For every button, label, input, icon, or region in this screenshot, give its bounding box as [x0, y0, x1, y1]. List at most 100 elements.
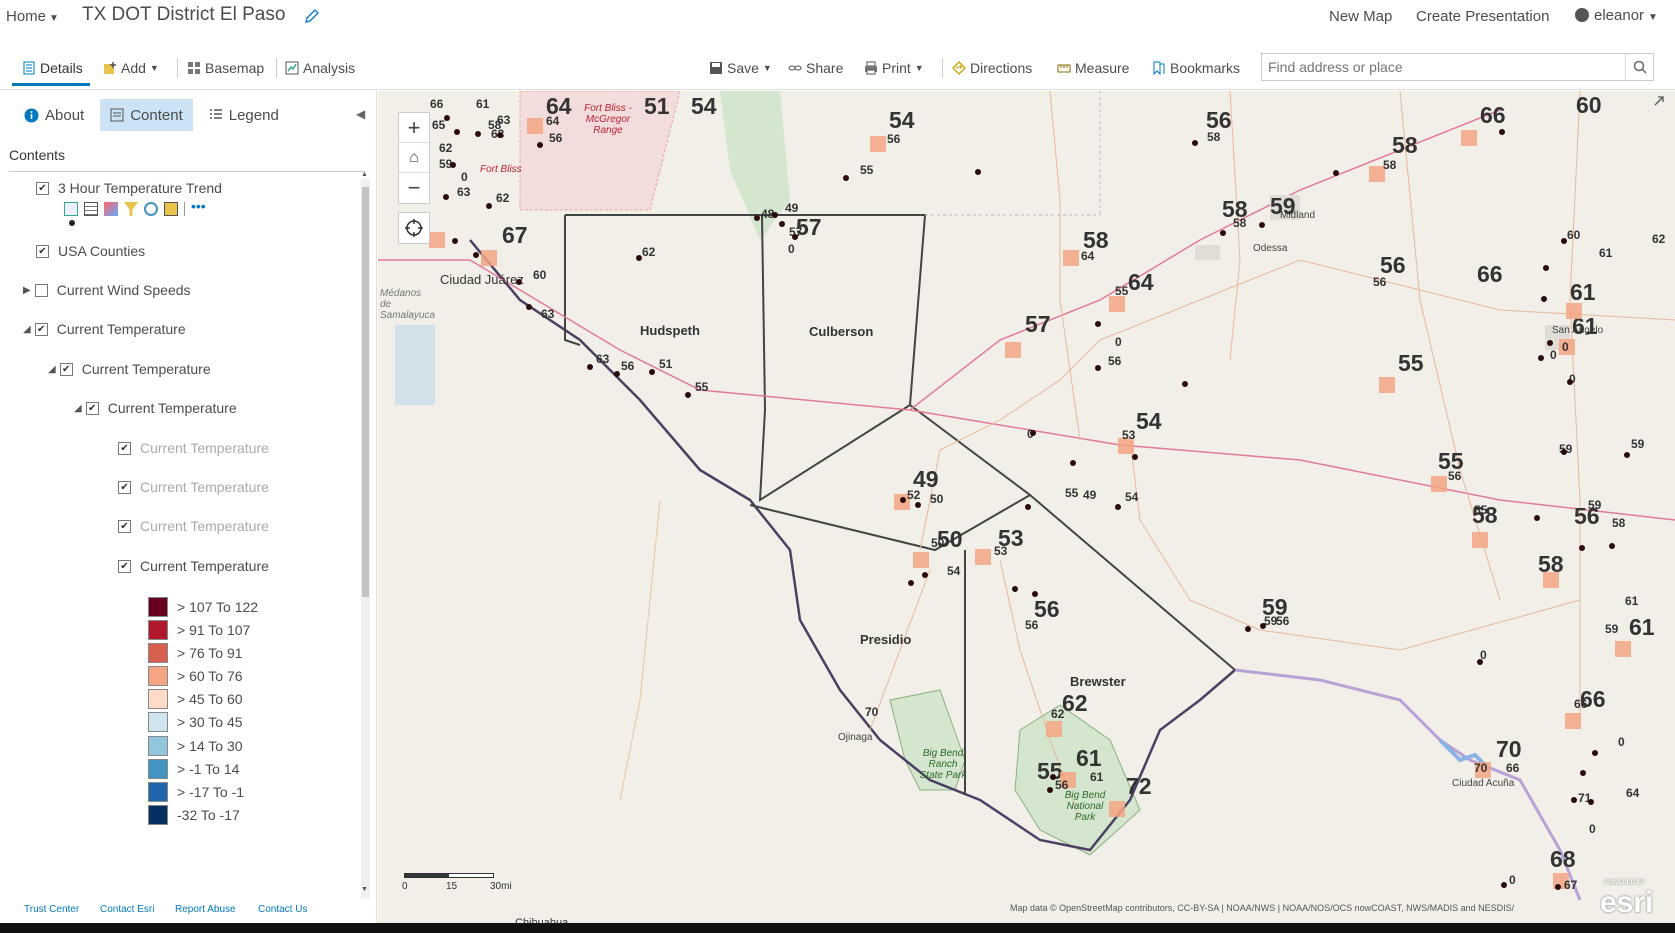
station-point[interactable]	[1561, 238, 1567, 244]
station-point[interactable]	[444, 115, 450, 121]
station-point[interactable]	[1543, 265, 1549, 271]
layer-item[interactable]: ◢ ✔ Current Temperature	[74, 400, 237, 416]
tab-about[interactable]: About	[14, 99, 94, 131]
temperature-symbol[interactable]	[1566, 303, 1582, 319]
scroll-down-icon[interactable]: ▼	[361, 886, 368, 893]
station-point[interactable]	[1025, 504, 1031, 510]
table-icon[interactable]	[64, 202, 78, 216]
details-button[interactable]: Details	[22, 60, 83, 76]
station-point[interactable]	[922, 572, 928, 578]
station-point[interactable]	[1047, 787, 1053, 793]
labels-icon[interactable]	[164, 202, 178, 216]
station-point[interactable]	[473, 252, 479, 258]
station-point[interactable]	[685, 392, 691, 398]
home-extent-button[interactable]: ⌂	[399, 143, 429, 173]
station-point[interactable]	[497, 132, 503, 138]
temperature-symbol[interactable]	[1543, 572, 1559, 588]
layer-checkbox[interactable]: ✔	[34, 322, 48, 336]
analysis-icon[interactable]	[144, 202, 158, 216]
station-point[interactable]	[772, 212, 778, 218]
station-point[interactable]	[1538, 355, 1544, 361]
basemap-button[interactable]: Basemap	[187, 60, 264, 76]
change-style-icon[interactable]	[104, 202, 118, 216]
layer-item[interactable]: ▶ Current Wind Speeds	[23, 282, 191, 298]
temperature-symbol[interactable]	[481, 250, 497, 266]
directions-button[interactable]: Directions	[952, 60, 1032, 76]
station-point[interactable]	[1477, 659, 1483, 665]
measure-button[interactable]: Measure	[1057, 60, 1129, 76]
create-presentation-link[interactable]: Create Presentation	[1416, 8, 1549, 25]
report-abuse-link[interactable]: Report Abuse	[175, 904, 236, 915]
station-point[interactable]	[1561, 449, 1567, 455]
tab-legend[interactable]: Legend	[199, 99, 289, 131]
zoom-in-button[interactable]: +	[399, 113, 429, 143]
station-point[interactable]	[1132, 454, 1138, 460]
layer-checkbox[interactable]: ✔	[118, 441, 131, 455]
search-button[interactable]	[1625, 54, 1653, 80]
station-point[interactable]	[1567, 379, 1573, 385]
layer-item[interactable]: ✔ 3 Hour Temperature Trend	[36, 180, 222, 196]
station-point[interactable]	[454, 129, 460, 135]
contact-us-link[interactable]: Contact Us	[258, 904, 307, 915]
temperature-symbol[interactable]	[1046, 721, 1062, 737]
expand-map-icon[interactable]	[1652, 94, 1666, 108]
station-point[interactable]	[1050, 774, 1056, 780]
temperature-symbol[interactable]	[1615, 641, 1631, 657]
temperature-symbol[interactable]	[1109, 801, 1125, 817]
layer-checkbox[interactable]: ✔	[36, 181, 49, 195]
more-options-icon[interactable]: •••	[191, 199, 211, 216]
panel-scrollbar[interactable]	[361, 179, 370, 899]
zoom-out-button[interactable]: −	[399, 173, 429, 203]
station-point[interactable]	[516, 279, 522, 285]
station-point[interactable]	[1259, 222, 1265, 228]
station-point[interactable]	[1115, 504, 1121, 510]
temperature-symbol[interactable]	[1472, 532, 1488, 548]
search-input[interactable]	[1262, 54, 1622, 80]
station-point[interactable]	[526, 304, 532, 310]
station-point[interactable]	[475, 131, 481, 137]
expand-icon[interactable]: ▶	[23, 285, 31, 296]
save-button[interactable]: Save ▼	[709, 60, 772, 76]
station-point[interactable]	[1624, 452, 1630, 458]
layer-checkbox[interactable]: ✔	[118, 559, 131, 573]
layer-checkbox[interactable]: ✔	[118, 519, 131, 533]
pencil-icon[interactable]	[304, 8, 320, 24]
collapse-icon[interactable]: ◢	[74, 403, 82, 414]
layer-item[interactable]: ✔ Current Temperature	[118, 558, 269, 574]
station-point[interactable]	[754, 215, 760, 221]
layer-checkbox[interactable]: ✔	[118, 480, 131, 494]
station-point[interactable]	[1592, 750, 1598, 756]
temperature-symbol[interactable]	[429, 232, 445, 248]
station-point[interactable]	[1095, 365, 1101, 371]
station-point[interactable]	[1547, 340, 1553, 346]
scroll-up-icon[interactable]: ▲	[361, 171, 368, 178]
layer-item[interactable]: ◢ ✔ Current Temperature	[23, 321, 186, 337]
layer-item[interactable]: ◢ ✔ Current Temperature	[48, 361, 211, 377]
temperature-symbol[interactable]	[1431, 476, 1447, 492]
station-point[interactable]	[975, 169, 981, 175]
collapse-icon[interactable]: ◢	[23, 324, 31, 335]
contact-esri-link[interactable]: Contact Esri	[100, 904, 154, 915]
station-point[interactable]	[649, 369, 655, 375]
tab-content[interactable]: Content	[100, 99, 193, 131]
scrollbar-thumb[interactable]	[362, 187, 369, 597]
new-map-link[interactable]: New Map	[1329, 8, 1392, 25]
station-point[interactable]	[1220, 230, 1226, 236]
attribute-table-icon[interactable]	[84, 202, 98, 216]
temperature-symbol[interactable]	[1379, 377, 1395, 393]
station-point[interactable]	[587, 364, 593, 370]
layer-checkbox[interactable]	[34, 283, 48, 297]
station-point[interactable]	[452, 238, 458, 244]
trust-center-link[interactable]: Trust Center	[24, 904, 79, 915]
station-point[interactable]	[1588, 799, 1594, 805]
station-point[interactable]	[1534, 515, 1540, 521]
add-button[interactable]: Add ▼	[103, 60, 159, 76]
station-point[interactable]	[779, 221, 785, 227]
user-menu[interactable]: eleanor ▼	[1575, 7, 1658, 24]
station-point[interactable]	[1555, 884, 1561, 890]
temperature-symbol[interactable]	[1461, 130, 1477, 146]
home-menu[interactable]: Home ▼	[6, 8, 59, 25]
share-button[interactable]: Share	[788, 60, 843, 76]
temperature-symbol[interactable]	[1109, 296, 1125, 312]
layer-item[interactable]: ✔ Current Temperature	[118, 479, 269, 495]
